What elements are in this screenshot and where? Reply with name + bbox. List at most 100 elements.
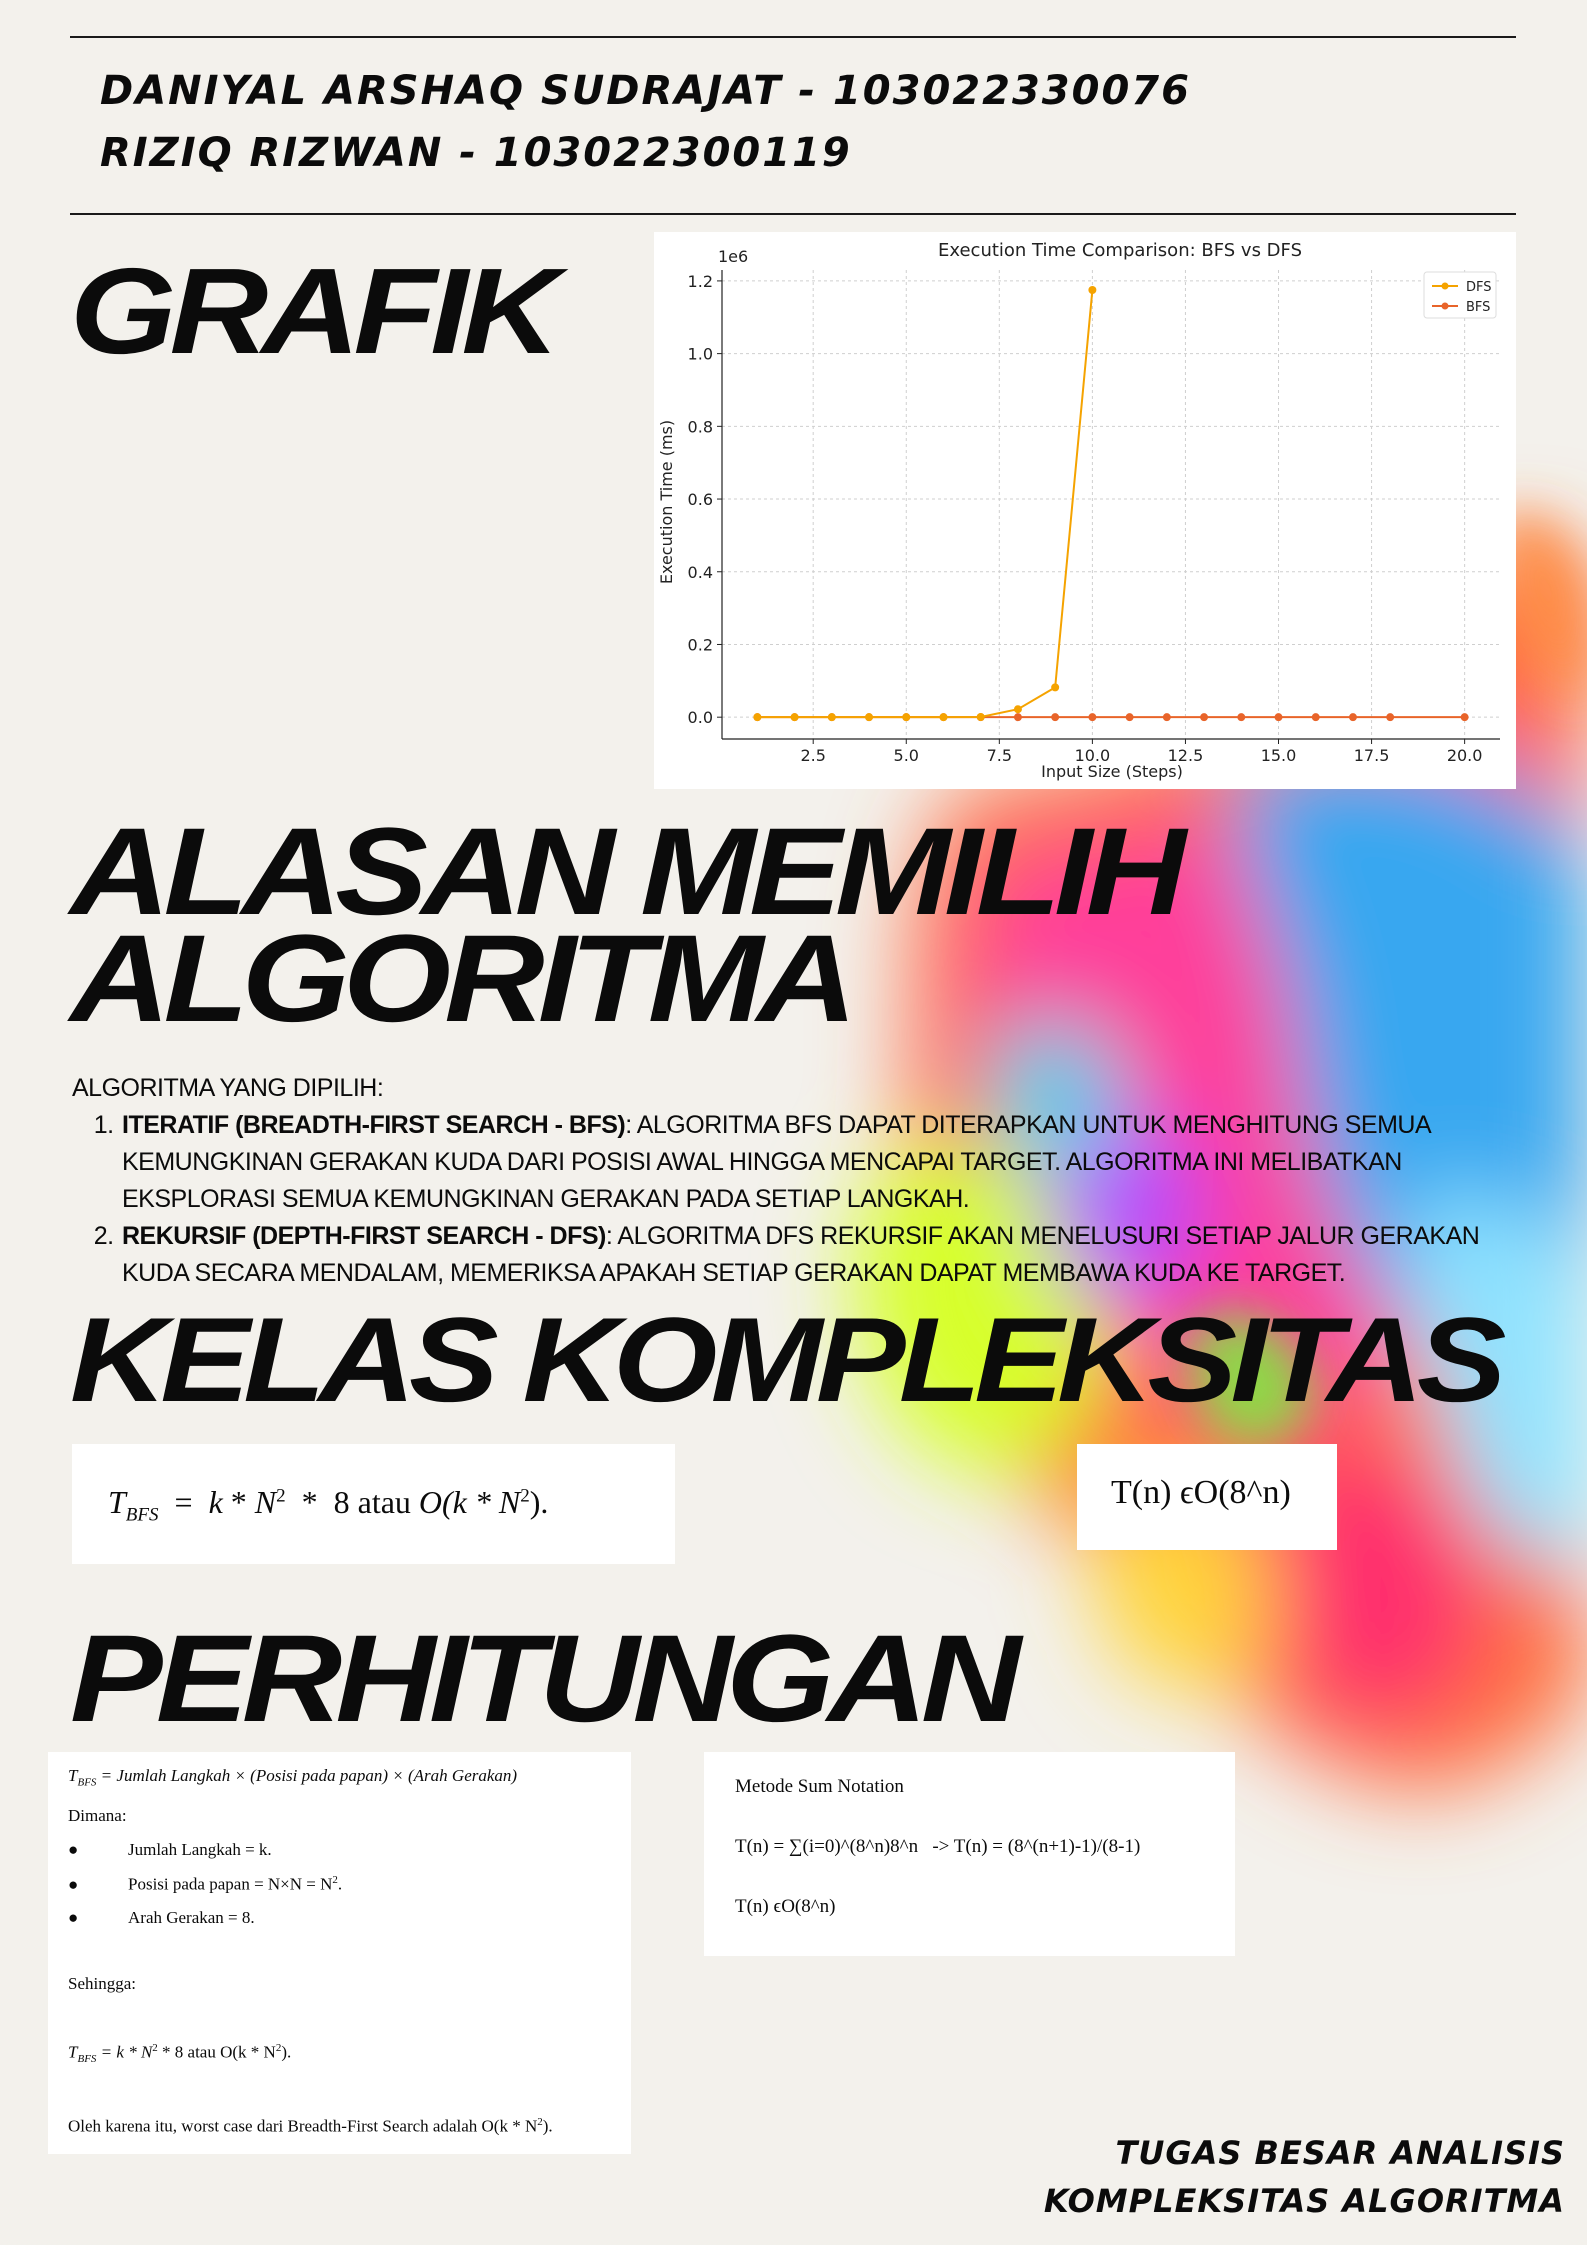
x-tick-label: 5.0	[894, 746, 919, 765]
data-point-dfs	[753, 713, 762, 722]
bfs-t: T	[108, 1484, 126, 1520]
heading-kelas: KELAS KOMPLEKSITAS	[70, 1293, 1506, 1427]
data-point-bfs	[1237, 713, 1246, 722]
y-tick-label: 0.6	[688, 490, 713, 509]
legend-marker-bfs	[1441, 302, 1449, 310]
heading-grafik: GRAFIK	[70, 243, 560, 379]
algorithm-item-dfs: REKURSIF (DEPTH-FIRST SEARCH - DFS): ALG…	[120, 1218, 1542, 1292]
execution-time-chart: Execution Time Comparison: BFS vs DFS 1e…	[654, 232, 1516, 789]
y-axis-label: Execution Time (ms)	[657, 420, 676, 584]
bfs-eq: =	[174, 1484, 193, 1520]
header-bottom-rule	[70, 213, 1516, 215]
chart-grid	[722, 270, 1500, 739]
bfs-formula-line: TBFS = Jumlah Langkah × (Posisi pada pap…	[68, 1766, 517, 1788]
bfs-formula-rhs: = Jumlah Langkah × (Posisi pada papan) ×…	[100, 1766, 518, 1785]
chart-svg: Execution Time Comparison: BFS vs DFS 1e…	[657, 240, 1500, 781]
x-tick-label: 12.5	[1168, 746, 1204, 765]
bfs-conclusion-text: Oleh karena itu, worst case dari Breadth…	[68, 2116, 538, 2136]
bfs-result-end: ).	[281, 2042, 292, 2062]
x-axis-label: Input Size (Steps)	[1041, 762, 1183, 781]
legend-label-dfs: DFS	[1466, 280, 1492, 295]
data-point-dfs	[1051, 683, 1060, 692]
bfs-sub: BFS	[125, 1504, 159, 1526]
data-point-dfs	[865, 713, 874, 722]
data-point-bfs	[1013, 713, 1022, 722]
algorithm-list: ITERATIF (BREADTH-FIRST SEARCH - BFS): A…	[72, 1107, 1542, 1292]
data-point-dfs	[1013, 705, 1022, 714]
author-1: DANIYAL ARSHAQ SUDRAJAT - 103022330076	[100, 68, 1191, 114]
y-tick-label: 0.8	[688, 417, 713, 436]
bfs-bullet-1: ● Jumlah Langkah = k.	[68, 1840, 272, 1859]
y-tick-label: 0.0	[688, 708, 713, 727]
bfs-bullet-2: ● Posisi pada papan = N×N = N2.	[68, 1874, 343, 1894]
data-point-dfs	[939, 713, 948, 722]
data-point-bfs	[1386, 713, 1395, 722]
bfs-result-body: = k * N	[100, 2042, 153, 2062]
dfs-result: T(n) ϵO(8^n)	[735, 1896, 836, 1917]
data-point-dfs	[790, 713, 799, 722]
algorithm-reasons: ALGORITMA YANG DIPILIH: ITERATIF (BREADT…	[72, 1070, 1542, 1292]
dfs-sum-formula: T(n) = ∑(i=0)^(8^n)8^n -> T(n) = (8^(n+1…	[735, 1836, 1141, 1857]
chart-legend: DFS BFS	[1423, 271, 1497, 319]
bfs-conclusion: Oleh karena itu, worst case dari Breadth…	[68, 2116, 553, 2137]
bfs-dimana: Dimana:	[68, 1806, 127, 1825]
bfs-eight: 8 atau	[333, 1484, 411, 1520]
legend-marker-dfs	[1441, 282, 1449, 290]
chart-series	[753, 285, 1469, 722]
x-tick-label: 2.5	[800, 746, 825, 765]
footer-line-2: KOMPLEKSITAS ALGORITMA	[1043, 2182, 1565, 2220]
bfs-formula-sub: BFS	[77, 1776, 97, 1789]
bfs-result-line: TBFS = k * N2 * 8 atau O(k * N2).	[68, 2042, 291, 2065]
heading-alasan-line2: ALGORITMA	[70, 910, 857, 1048]
top-rule	[70, 36, 1516, 38]
data-point-bfs	[1088, 713, 1097, 722]
x-tick-label: 15.0	[1261, 746, 1297, 765]
bfs-bullet-3: ● Arah Gerakan = 8.	[68, 1908, 255, 1927]
y-tick-label: 0.4	[688, 563, 713, 582]
data-point-dfs	[827, 713, 836, 722]
bfs-exp: 2	[276, 1485, 286, 1507]
data-point-dfs	[902, 713, 911, 722]
algorithm-item-bfs: ITERATIF (BREADTH-FIRST SEARCH - BFS): A…	[120, 1107, 1542, 1218]
bfs-bullet-2-tail: .	[337, 1874, 343, 1894]
footer-line-1: TUGAS BESAR ANALISIS	[1115, 2134, 1565, 2172]
bfs-sehingga: Sehingga:	[68, 1974, 136, 1993]
data-point-dfs	[1088, 285, 1097, 294]
algorithm-title-dfs: REKURSIF (DEPTH-FIRST SEARCH - DFS)	[122, 1222, 606, 1250]
data-point-bfs	[1051, 713, 1060, 722]
y-multiplier-label: 1e6	[718, 247, 748, 266]
bfs-bullet-2-text: Posisi pada papan = N×N = N	[128, 1874, 333, 1894]
heading-perhitungan: PERHITUNGAN	[70, 1610, 1021, 1748]
x-tick-label: 10.0	[1075, 746, 1111, 765]
chart-ticks: 2.5 5.0 7.5 10.0 12.5 15.0 17.5 20.0 0.0 0.2 0.4 0.…	[688, 270, 1500, 765]
x-tick-label: 17.5	[1354, 746, 1390, 765]
y-tick-label: 1.0	[688, 345, 713, 364]
bfs-exp-2: 2	[520, 1485, 530, 1507]
perhitungan-bfs-box: TBFS = Jumlah Langkah × (Posisi pada pap…	[48, 1752, 631, 2154]
chart-title: Execution Time Comparison: BFS vs DFS	[938, 240, 1302, 261]
author-2: RIZIQ RIZWAN - 103022300119	[100, 130, 852, 176]
bfs-bullet-3-text: Arah Gerakan = 8.	[128, 1908, 255, 1927]
data-point-dfs	[976, 713, 985, 722]
bfs-conclusion-end: ).	[542, 2116, 553, 2136]
complexity-dfs-box: T(n) ϵO(8^n)	[1077, 1444, 1337, 1550]
complexity-bfs-formula: TBFS = k * N2 * 8 atau O(k * N2).	[108, 1484, 549, 1526]
data-point-bfs	[1311, 713, 1320, 722]
bfs-k: k	[208, 1484, 223, 1520]
dfs-method-title: Metode Sum Notation	[735, 1776, 904, 1797]
bfs-o-open: O(k * N	[418, 1484, 521, 1520]
data-point-bfs	[1460, 713, 1469, 722]
data-point-bfs	[1125, 713, 1134, 722]
y-tick-label: 0.2	[688, 635, 713, 654]
complexity-bfs-box: TBFS = k * N2 * 8 atau O(k * N2).	[72, 1444, 675, 1564]
legend-label-bfs: BFS	[1466, 300, 1490, 315]
bfs-result-tail: * 8 atau O(k * N	[157, 2042, 276, 2062]
data-point-bfs	[1274, 713, 1283, 722]
data-point-bfs	[1200, 713, 1209, 722]
data-point-bfs	[1348, 713, 1357, 722]
y-tick-label: 1.2	[688, 272, 713, 291]
bfs-n: N	[254, 1484, 277, 1520]
algorithm-title-bfs: ITERATIF (BREADTH-FIRST SEARCH - BFS)	[122, 1111, 626, 1139]
algorithm-intro: ALGORITMA YANG DIPILIH:	[72, 1074, 384, 1102]
bfs-result-sub: BFS	[77, 2053, 97, 2066]
